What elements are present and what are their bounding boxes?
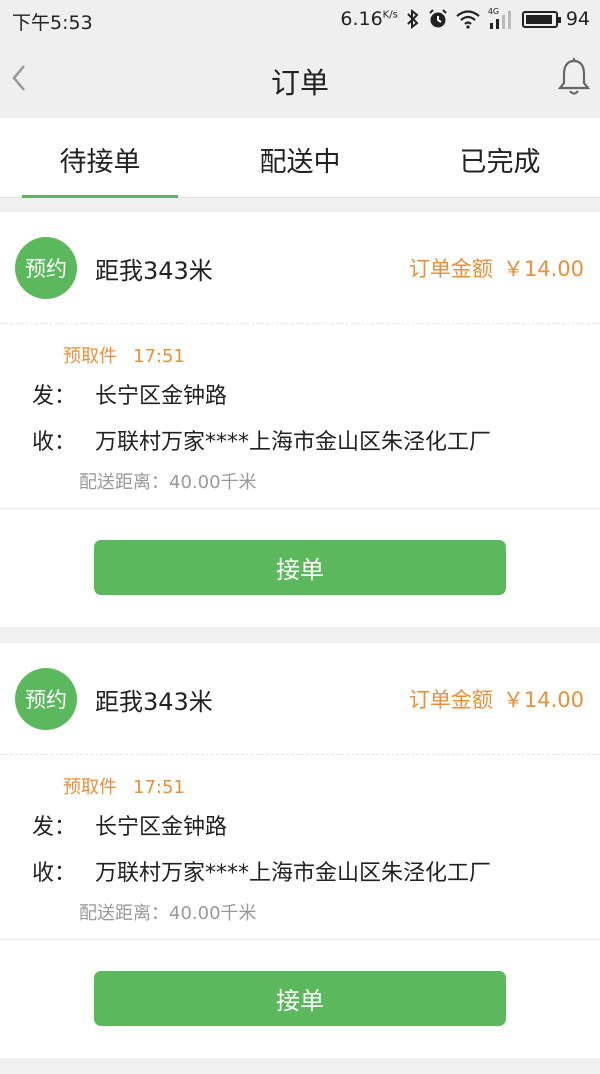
battery-level: 94 (565, 8, 590, 30)
receiver-label: 收： (32, 861, 77, 886)
battery-icon (521, 10, 561, 28)
order-card-footer: 接单 (0, 940, 600, 1058)
notification-button[interactable] (556, 56, 592, 98)
page-title: 订单 (270, 66, 329, 100)
sender-address: 长宁区金钟路 (95, 384, 228, 409)
network-speed: 6.16K/s (340, 8, 398, 30)
status-icons: 6.16K/s 4G 94 (340, 7, 590, 30)
tab-pending[interactable]: 待接单 (0, 118, 200, 198)
order-card: 预约 距我343米 订单金额 ￥14.00 预取件 17:51 发： 长宁区金钟路 … (0, 643, 600, 1058)
tab-delivering[interactable]: 配送中 (200, 118, 400, 197)
receiver-row: 收： 万联村万家****上海市金山区朱泾化工厂 (0, 849, 600, 893)
bluetooth-icon (407, 9, 419, 29)
order-card-body: 预取件 17:51 发： 长宁区金钟路 收： 万联村万家****上海市金山区朱泾化… (0, 324, 600, 509)
receiver-address: 万联村万家****上海市金山区朱泾化工厂 (95, 861, 492, 886)
distance-text: 距我343米 (95, 688, 213, 716)
amount-label: 订单金额 (408, 688, 493, 712)
reservation-badge: 预约 (15, 237, 77, 299)
distance-text: 距我343米 (95, 257, 213, 285)
accept-order-button[interactable]: 接单 (94, 971, 506, 1026)
status-bar: 下午5:53 6.16K/s 4G 94 (0, 0, 600, 40)
pickup-label: 预取件 (63, 777, 117, 798)
bell-icon (557, 58, 591, 95)
order-amount: 订单金额 ￥14.00 (409, 684, 584, 714)
order-card-footer: 接单 (0, 509, 600, 627)
sender-label: 发： (32, 384, 77, 409)
pickup-time: 17:51 (133, 346, 185, 367)
nav-bar: 订单 (0, 40, 600, 118)
pickup-label: 预取件 (63, 346, 117, 367)
order-amount: 订单金额 ￥14.00 (409, 253, 584, 283)
signal-icon: 4G (488, 7, 514, 29)
alarm-icon (429, 9, 447, 28)
amount-value: ￥14.00 (502, 257, 584, 281)
receiver-label: 收： (32, 430, 77, 455)
order-card-header: 预约 距我343米 订单金额 ￥14.00 (0, 212, 600, 324)
receiver-address: 万联村万家****上海市金山区朱泾化工厂 (95, 430, 492, 455)
amount-label: 订单金额 (408, 257, 493, 281)
pickup-info: 预取件 17:51 (0, 342, 600, 370)
order-card-body: 预取件 17:51 发： 长宁区金钟路 收： 万联村万家****上海市金山区朱泾化… (0, 755, 600, 940)
pickup-time: 17:51 (133, 777, 185, 798)
status-time: 下午5:53 (12, 12, 93, 34)
accept-order-button[interactable]: 接单 (94, 540, 506, 595)
order-tabs: 待接单 配送中 已完成 (0, 118, 600, 198)
sender-row: 发： 长宁区金钟路 (0, 803, 600, 847)
wifi-icon (456, 10, 480, 29)
sender-address: 长宁区金钟路 (95, 815, 228, 840)
delivery-distance: 配送距离：40.00千米 (79, 903, 257, 924)
pickup-info: 预取件 17:51 (0, 773, 600, 801)
tab-completed[interactable]: 已完成 (400, 118, 600, 197)
receiver-row: 收： 万联村万家****上海市金山区朱泾化工厂 (0, 418, 600, 462)
reservation-badge: 预约 (15, 668, 77, 730)
amount-value: ￥14.00 (502, 688, 584, 712)
sender-label: 发： (32, 815, 77, 840)
sender-row: 发： 长宁区金钟路 (0, 372, 600, 416)
delivery-distance: 配送距离：40.00千米 (79, 472, 257, 493)
order-list: 预约 距我343米 订单金额 ￥14.00 预取件 17:51 发： 长宁区金钟路 … (0, 212, 600, 1074)
order-card-header: 预约 距我343米 订单金额 ￥14.00 (0, 643, 600, 755)
order-card: 预约 距我343米 订单金额 ￥14.00 预取件 17:51 发： 长宁区金钟路 … (0, 212, 600, 627)
